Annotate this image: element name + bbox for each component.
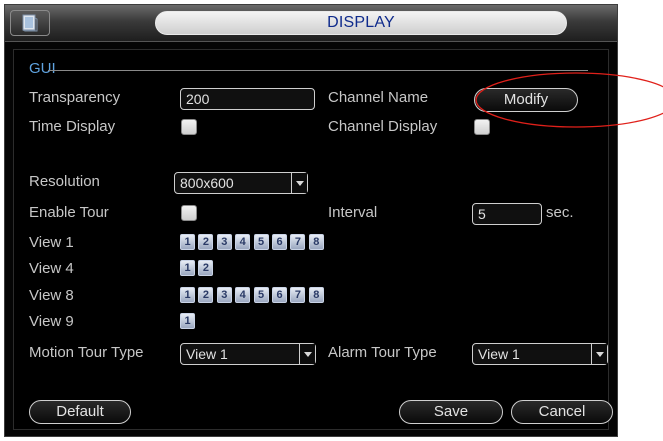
channel-toggle-8[interactable]: 8 [308,287,324,303]
cancel-button[interactable]: Cancel [511,400,613,424]
chevron-down-icon[interactable] [299,344,315,364]
view-1-label: View 1 [29,234,74,251]
channel-toggle-6[interactable]: 6 [272,234,287,250]
motion-tour-type-select[interactable]: View 1 [180,343,316,365]
channel-toggle-3[interactable]: 3 [216,234,232,250]
interval-unit: sec. [546,204,574,221]
resolution-label: Resolution [29,173,100,190]
channel-toggle-2[interactable]: 2 [198,234,214,250]
channel-name-label: Channel Name [328,89,429,106]
enable-tour-label: Enable Tour [29,204,109,221]
view-8-label: View 8 [29,287,74,304]
chevron-down-icon[interactable] [291,173,307,193]
channel-toggle-4[interactable]: 4 [235,287,251,303]
gui-divider [48,70,588,71]
view-9-label: View 9 [29,313,74,330]
chevron-down-icon[interactable] [591,344,607,364]
channel-toggle-8[interactable]: 8 [308,234,324,250]
time-display-label: Time Display [29,118,116,135]
channel-toggle-3[interactable]: 3 [216,287,232,303]
transparency-field[interactable]: 200 [180,88,315,110]
channel-toggle-5[interactable]: 5 [253,287,269,303]
save-button[interactable]: Save [399,400,503,424]
channel-display-checkbox[interactable] [474,119,490,135]
view-4-label: View 4 [29,260,74,277]
interval-label: Interval [328,204,378,221]
resolution-select[interactable]: 800x600 [174,172,308,194]
channel-toggle-1[interactable]: 1 [180,260,195,276]
enable-tour-checkbox[interactable] [181,205,197,221]
channel-toggle-1[interactable]: 1 [180,234,195,250]
channel-toggle-1[interactable]: 1 [180,287,195,303]
channel-toggle-1[interactable]: 1 [180,313,195,329]
resolution-value: 800x600 [180,175,234,191]
channel-toggle-2[interactable]: 2 [198,260,214,276]
alarm-tour-type-value: View 1 [478,346,520,362]
transparency-label: Transparency [29,89,121,106]
channel-toggle-7[interactable]: 7 [290,287,306,303]
default-button[interactable]: Default [29,400,131,424]
channel-toggle-2[interactable]: 2 [198,287,214,303]
channel-display-label: Channel Display [328,118,438,135]
interval-field[interactable]: 5 [472,203,542,225]
modify-button[interactable]: Modify [474,88,578,112]
monitor-icon [10,10,50,36]
channel-toggle-5[interactable]: 5 [253,234,269,250]
motion-tour-type-label: Motion Tour Type [29,344,144,361]
channel-toggle-6[interactable]: 6 [272,287,287,303]
alarm-tour-type-label: Alarm Tour Type [328,344,437,361]
channel-toggle-4[interactable]: 4 [235,234,251,250]
channel-toggle-7[interactable]: 7 [290,234,306,250]
alarm-tour-type-select[interactable]: View 1 [472,343,608,365]
title-bar: DISPLAY [5,5,617,42]
gui-section-label: GUI [29,60,56,77]
motion-tour-type-value: View 1 [186,346,228,362]
window-title: DISPLAY [155,11,567,35]
time-display-checkbox[interactable] [181,119,197,135]
